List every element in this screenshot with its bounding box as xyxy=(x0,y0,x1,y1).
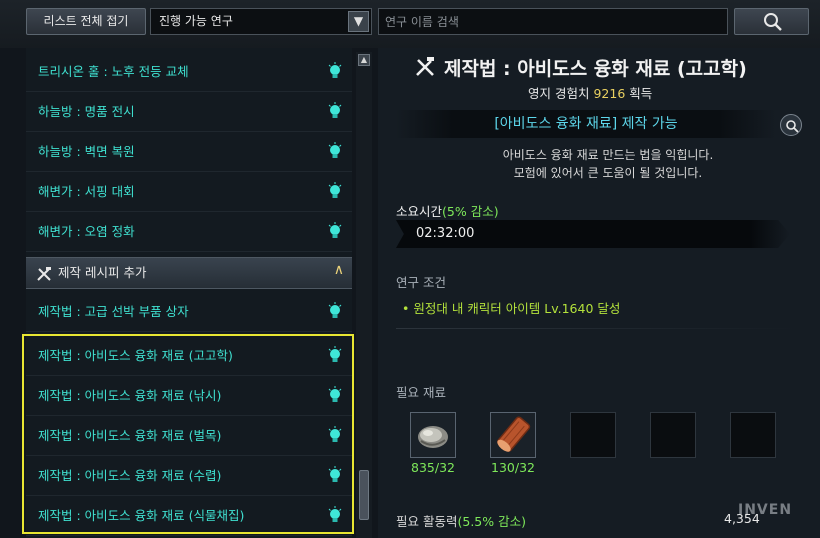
energy-title: 필요 활동력 xyxy=(396,514,458,529)
energy-bonus: (5.5% 감소) xyxy=(457,514,526,529)
empty-material-slot xyxy=(570,412,616,458)
material-count: 835/32 xyxy=(411,460,455,475)
search-button[interactable] xyxy=(734,8,809,35)
duration-label: 소요시간(5% 감소) xyxy=(396,201,499,220)
material-count: 130/32 xyxy=(491,460,535,475)
lightbulb-icon xyxy=(328,102,342,118)
lightbulb-icon xyxy=(328,182,342,198)
crafting-tools-icon xyxy=(37,267,51,281)
lightbulb-icon xyxy=(328,302,342,318)
lightbulb-icon xyxy=(328,346,342,362)
list-item-label: 해변가 : 오염 정화 xyxy=(38,224,135,239)
timber-icon xyxy=(497,416,531,452)
divider xyxy=(396,328,796,329)
energy-label: 필요 활동력(5.5% 감소) xyxy=(396,511,526,530)
material-slot[interactable] xyxy=(490,412,536,458)
condition-text: • 원정대 내 캐릭터 아이템 Lv.1640 달성 xyxy=(402,301,621,316)
list-item-label: 하늘방 : 벽면 복원 xyxy=(38,144,135,159)
list-scrollbar[interactable]: ▲ xyxy=(356,52,372,538)
list-item[interactable]: 제작법 : 아비도스 융화 재료 (고고학) xyxy=(26,336,352,376)
list-item[interactable]: 제작법 : 아비도스 융화 재료 (수렵) xyxy=(26,456,352,496)
list-item-label: 제작법 : 아비도스 융화 재료 (고고학) xyxy=(38,348,233,363)
research-filter-select[interactable]: 진행 가능 연구 ▼ xyxy=(150,8,372,35)
description-line: 모험에 있어서 큰 도움이 될 것입니다. xyxy=(513,166,703,180)
list-item[interactable]: 제작법 : 아비도스 융화 재료 (식물채집) xyxy=(26,496,352,536)
chevron-up-icon[interactable]: ∧ xyxy=(334,262,344,278)
search-icon xyxy=(764,13,782,31)
list-item-label: 제작법 : 아비도스 융화 재료 (수렵) xyxy=(38,468,222,483)
lightbulb-icon xyxy=(328,506,342,522)
collapse-all-button[interactable]: 리스트 전체 접기 xyxy=(26,8,146,35)
description-line: 아비도스 융화 재료 만드는 법을 익힙니다. xyxy=(502,148,714,162)
lightbulb-icon xyxy=(328,466,342,482)
list-item-label: 제작법 : 아비도스 융화 재료 (벌목) xyxy=(38,428,222,443)
list-item-label: 제작법 : 아비도스 융화 재료 (낚시) xyxy=(38,388,222,403)
recipe-title: 제작법 : 아비도스 융화 재료 (고고학) xyxy=(444,58,747,80)
list-item[interactable]: 해변가 : 서핑 대회 xyxy=(26,172,352,212)
xp-suffix: 획득 xyxy=(629,86,653,101)
chevron-down-icon[interactable]: ▼ xyxy=(348,11,369,32)
empty-material-slot xyxy=(730,412,776,458)
section-header-recipe[interactable]: 제작 레시피 추가 ∧ xyxy=(26,257,352,289)
material-slot[interactable] xyxy=(410,412,456,458)
empty-material-slot xyxy=(650,412,696,458)
lightbulb-icon xyxy=(328,142,342,158)
list-item[interactable]: 제작법 : 아비도스 융화 재료 (벌목) xyxy=(26,416,352,456)
list-item[interactable]: 해변가 : 오염 정화 xyxy=(26,212,352,252)
craft-unlock-banner: [아비도스 융화 재료] 제작 가능 xyxy=(396,110,776,138)
item-preview-button[interactable] xyxy=(780,114,802,136)
list-item[interactable]: 하늘방 : 벽면 복원 xyxy=(26,132,352,172)
lightbulb-icon xyxy=(328,426,342,442)
lightbulb-icon xyxy=(328,62,342,78)
duration-bar: 02:32:00 xyxy=(396,220,790,248)
lightbulb-icon xyxy=(328,386,342,402)
list-item[interactable]: 하늘방 : 명품 전시 xyxy=(26,92,352,132)
list-item-label: 해변가 : 서핑 대회 xyxy=(38,184,135,199)
list-item[interactable]: 제작법 : 아비도스 융화 재료 (낚시) xyxy=(26,376,352,416)
section-header-label: 제작 레시피 추가 xyxy=(58,265,147,280)
filter-value: 진행 가능 연구 xyxy=(159,14,233,28)
crafting-tools-icon xyxy=(416,57,434,76)
list-item[interactable]: 트리시온 홀 : 노후 전등 교체 xyxy=(26,52,352,92)
research-search-input[interactable] xyxy=(378,8,728,35)
top-bar: 리스트 전체 접기 진행 가능 연구 ▼ xyxy=(0,0,820,48)
list-item-label: 트리시온 홀 : 노후 전등 교체 xyxy=(38,64,189,79)
recipe-description: 아비도스 융화 재료 만드는 법을 익힙니다. 모험에 있어서 큰 도움이 될 … xyxy=(396,146,820,182)
list-item-label: 제작법 : 아비도스 융화 재료 (식물채집) xyxy=(38,508,245,523)
scroll-thumb[interactable] xyxy=(359,470,369,520)
magnifier-icon xyxy=(786,120,799,133)
watermark: INVEN xyxy=(738,502,793,518)
condition-label: 연구 조건 xyxy=(396,275,446,290)
duration-bonus: (5% 감소) xyxy=(442,204,499,219)
duration-title: 소요시간 xyxy=(396,204,443,219)
list-item-label: 제작법 : 고급 선박 부품 상자 xyxy=(38,304,189,319)
materials-label: 필요 재료 xyxy=(396,385,446,400)
list-item-label: 하늘방 : 명품 전시 xyxy=(38,104,135,119)
scroll-up-arrow-icon[interactable]: ▲ xyxy=(358,54,370,66)
ore-icon xyxy=(418,426,448,448)
list-item[interactable]: 제작법 : 고급 선박 부품 상자 xyxy=(26,292,352,332)
lightbulb-icon xyxy=(328,222,342,238)
xp-value: 9216 xyxy=(593,86,626,101)
xp-prefix: 영지 경험치 xyxy=(528,86,590,101)
xp-reward: 영지 경험치 9216 획득 xyxy=(528,83,652,102)
duration-value: 02:32:00 xyxy=(416,226,475,241)
